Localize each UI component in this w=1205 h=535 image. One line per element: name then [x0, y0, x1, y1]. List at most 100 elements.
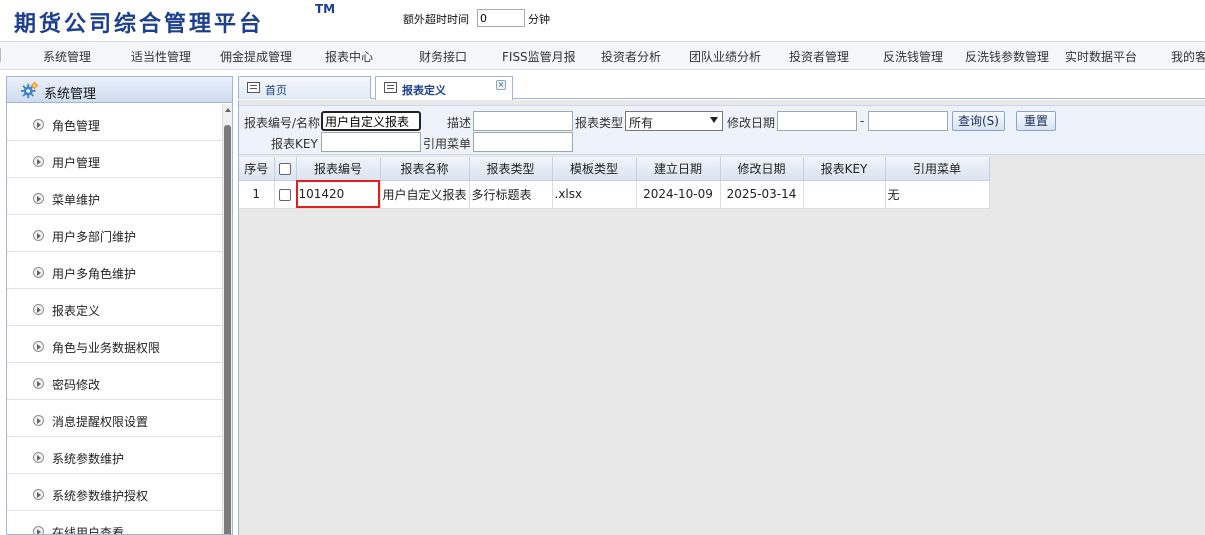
modified-date-to-input[interactable]	[868, 111, 948, 131]
column-header-template[interactable]: 模板类型	[552, 157, 637, 181]
sidebar-item-role-management[interactable]: 角色管理	[7, 104, 223, 141]
scrollbar-thumb[interactable]	[224, 125, 231, 534]
cell-type: 多行标题表	[469, 180, 553, 209]
sidebar-item-message-reminder[interactable]: 消息提醒权限设置	[7, 400, 223, 437]
report-type-select[interactable]: 所有	[625, 111, 723, 131]
modified-date-from-input[interactable]	[777, 111, 857, 131]
nav-item-aml-params[interactable]: 反洗钱参数管理	[965, 48, 1049, 65]
nav-item-investor-management[interactable]: 投资者管理	[789, 48, 849, 65]
arrow-circle-icon	[33, 230, 44, 241]
nav-item-system[interactable]: 系统管理	[43, 48, 91, 65]
column-header-modified[interactable]: 修改日期	[720, 157, 804, 181]
sidebar-item-label: 消息提醒权限设置	[52, 415, 149, 429]
nav-item-my-clients[interactable]: 我的客	[1171, 48, 1205, 65]
sidebar: 系统管理 角色管理 用户管理 菜单维护 用户多部门维护 用户多角色维护 报表定义…	[6, 76, 233, 535]
nav-item-realtime-data[interactable]: 实时数据平台	[1065, 48, 1137, 65]
sidebar-item-label: 报表定义	[52, 304, 101, 318]
row-checkbox[interactable]	[279, 188, 291, 201]
main-content: 报表编号/名称 描述 报表类型 所有 修改日期 - 查询(S) 重置 报表KEY…	[238, 100, 1205, 535]
arrow-circle-icon	[33, 415, 44, 426]
search-panel: 报表编号/名称 描述 报表类型 所有 修改日期 - 查询(S) 重置 报表KEY…	[239, 105, 1205, 155]
sidebar-item-label: 菜单维护	[52, 193, 101, 207]
report-type-label: 报表类型	[575, 116, 624, 130]
sidebar-scrollbar[interactable]	[222, 104, 232, 534]
sidebar-item-label: 角色管理	[52, 119, 101, 133]
app-logo: 期货公司综合管理平台	[14, 12, 265, 37]
sidebar-item-online-users[interactable]: 在线用户查看	[7, 511, 223, 535]
nav-item-aml[interactable]: 反洗钱管理	[883, 48, 943, 65]
tab-home[interactable]: 首页	[238, 76, 371, 99]
close-icon[interactable]: ×	[496, 80, 506, 90]
sidebar-item-label: 用户多部门维护	[52, 230, 137, 244]
sidebar-item-password-change[interactable]: 密码修改	[7, 363, 223, 400]
sidebar-menu: 角色管理 用户管理 菜单维护 用户多部门维护 用户多角色维护 报表定义 角色与业…	[7, 104, 223, 535]
timeout-input[interactable]	[477, 9, 525, 27]
sidebar-item-label: 用户管理	[52, 156, 101, 170]
report-code-input[interactable]	[321, 111, 421, 131]
sidebar-item-report-definition[interactable]: 报表定义	[7, 289, 223, 326]
sidebar-item-label: 在线用户查看	[52, 526, 125, 535]
timeout-label: 额外超时时间	[403, 13, 469, 26]
sidebar-item-user-roles[interactable]: 用户多角色维护	[7, 252, 223, 289]
trademark-mark: TM	[315, 2, 336, 16]
column-header-select	[274, 157, 297, 181]
table-header-row: 序号 报表编号 报表名称 报表类型 模板类型 建立日期 修改日期 报表KEY 引…	[239, 157, 990, 181]
sidebar-item-user-management[interactable]: 用户管理	[7, 141, 223, 178]
sidebar-header[interactable]: 系统管理	[7, 77, 232, 103]
cell-template: .xlsx	[552, 180, 637, 209]
nav-item-suitability[interactable]: 适当性管理	[131, 48, 191, 65]
nav-item-finance-interface[interactable]: 财务接口	[419, 48, 467, 65]
cell-key	[803, 180, 886, 209]
arrow-circle-icon	[33, 526, 44, 534]
tab-label: 报表定义	[402, 84, 446, 97]
app-header: 期货公司综合管理平台 TM 额外超时时间 分钟	[0, 0, 1205, 40]
nav-item-report-center[interactable]: 报表中心	[325, 48, 373, 65]
page-icon	[384, 82, 397, 93]
cell-code[interactable]: 101420	[296, 180, 381, 209]
report-key-input[interactable]	[321, 132, 421, 152]
arrow-circle-icon	[33, 156, 44, 167]
timeout-unit: 分钟	[528, 13, 550, 26]
scroll-up-icon[interactable]	[225, 108, 231, 112]
column-header-code[interactable]: 报表编号	[296, 157, 381, 181]
cell-name: 用户自定义报表	[380, 180, 470, 209]
sidebar-item-user-departments[interactable]: 用户多部门维护	[7, 215, 223, 252]
sidebar-item-role-data-permissions[interactable]: 角色与业务数据权限	[7, 326, 223, 363]
modified-date-label: 修改日期	[727, 116, 776, 130]
sidebar-item-system-params-auth[interactable]: 系统参数维护授权	[7, 474, 223, 511]
nav-item-team-performance[interactable]: 团队业绩分析	[689, 48, 761, 65]
date-range-separator: -	[860, 114, 865, 128]
arrow-circle-icon	[33, 378, 44, 389]
cell-modified: 2025-03-14	[720, 180, 804, 209]
column-header-name[interactable]: 报表名称	[380, 157, 470, 181]
arrow-circle-icon	[33, 489, 44, 500]
nav-item-investor-analysis[interactable]: 投资者分析	[601, 48, 661, 65]
query-button[interactable]: 查询(S)	[952, 111, 1005, 131]
sidebar-item-system-params[interactable]: 系统参数维护	[7, 437, 223, 474]
select-all-checkbox[interactable]	[279, 162, 291, 175]
arrow-circle-icon	[33, 341, 44, 352]
sidebar-item-menu-maintenance[interactable]: 菜单维护	[7, 178, 223, 215]
tab-report-definition[interactable]: 报表定义 ×	[375, 76, 513, 100]
arrow-circle-icon	[33, 304, 44, 315]
sidebar-title: 系统管理	[44, 87, 97, 102]
reset-button[interactable]: 重置	[1016, 111, 1056, 131]
nav-separator	[0, 48, 8, 62]
cell-index: 1	[239, 180, 275, 209]
column-header-menu[interactable]: 引用菜单	[885, 157, 990, 181]
column-header-key[interactable]: 报表KEY	[803, 157, 886, 181]
table-row[interactable]: 1 101420 用户自定义报表 多行标题表 .xlsx 2024-10-09 …	[239, 180, 990, 209]
description-input[interactable]	[473, 111, 573, 131]
column-header-created[interactable]: 建立日期	[636, 157, 721, 181]
report-type-value: 所有	[629, 116, 654, 130]
referenced-menu-input[interactable]	[473, 132, 573, 152]
sidebar-item-label: 系统参数维护授权	[52, 489, 149, 503]
column-header-type[interactable]: 报表类型	[469, 157, 553, 181]
sidebar-item-label: 用户多角色维护	[52, 267, 137, 281]
tab-bar: 首页 报表定义 ×	[238, 76, 1205, 100]
referenced-menu-label: 引用菜单	[423, 137, 472, 151]
arrow-circle-icon	[33, 119, 44, 130]
nav-item-commission[interactable]: 佣金提成管理	[220, 48, 292, 65]
sidebar-item-label: 系统参数维护	[52, 452, 125, 466]
nav-item-fiss-report[interactable]: FISS监管月报	[502, 48, 576, 65]
